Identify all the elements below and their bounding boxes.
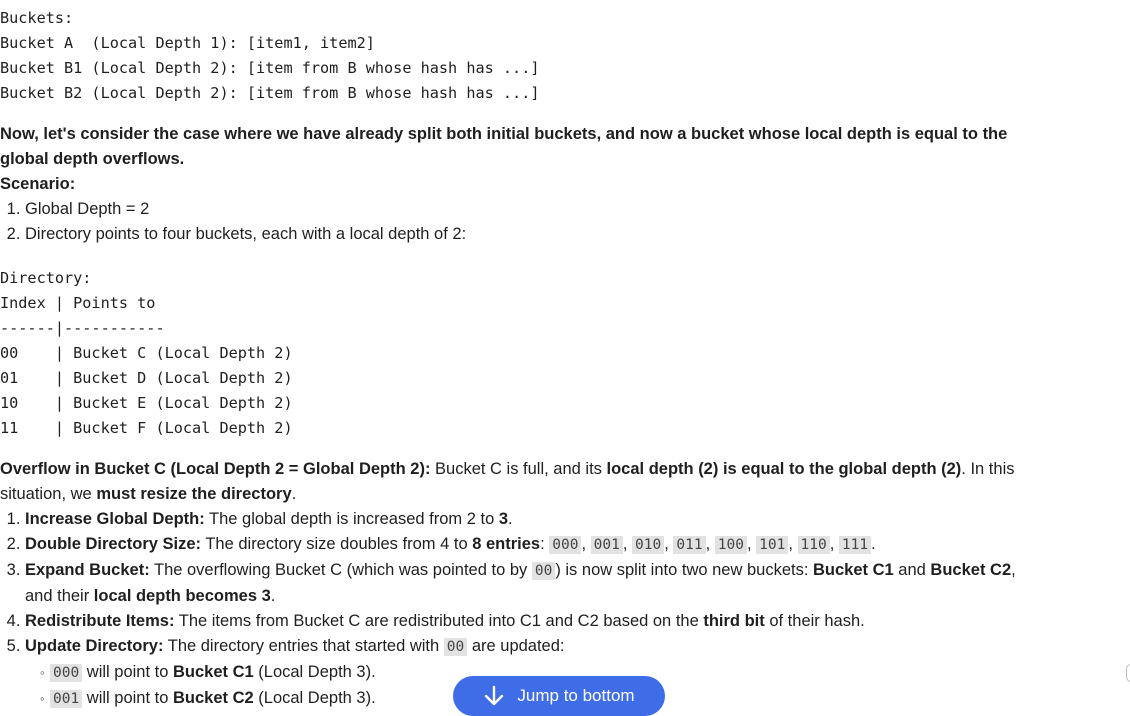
step-text: The directory size doubles from 4 to [201,535,473,553]
intro-paragraph: Now, let's consider the case where we ha… [0,122,1035,172]
sub-text: will point to [82,689,173,707]
step-text: are updated: [467,637,565,655]
step-text: : [540,535,550,553]
overflow-text: Bucket C is full, and its [430,460,607,478]
buckets-code-block: Buckets: Bucket A (Local Depth 1): [item1… [0,6,539,106]
code-line: Bucket B1 (Local Depth 2): [item from B … [0,59,540,77]
code-line: 11 | Bucket F (Local Depth 2) [0,419,293,437]
code-line: Buckets: [0,9,74,27]
step-title: Redistribute Items: [25,612,175,630]
step-bold: 8 entries [472,535,541,553]
code-line: 10 | Bucket E (Local Depth 2) [0,394,293,412]
step-title: Double Directory Size: [25,535,202,553]
step-text: . [270,587,276,605]
inline-code: 001 [590,536,623,554]
code-line: Directory: [0,269,92,287]
step-text: and [893,561,931,579]
code-line: ------|----------- [0,319,165,337]
step-text: The directory entries that started with [163,637,444,655]
directory-code-block: Directory: Index | Points to ------|------… [0,266,293,441]
scenario-item: Global Depth = 2 [25,197,1035,222]
inline-code: 001 [50,690,83,708]
inline-code: 000 [50,664,83,682]
inline-code: 00 [531,562,556,580]
step-item: Increase Global Depth: The global depth … [25,507,1035,532]
code-line: Index | Points to [0,294,156,312]
step-text: The overflowing Bucket C (which was poin… [149,561,532,579]
arrow-down-icon [483,685,505,707]
inline-code: 00 [443,638,468,656]
overflow-bold: must resize the directory [96,485,292,503]
sub-text: (Local Depth 3). [253,689,376,707]
step-title: Update Directory: [25,637,164,655]
inline-code: 010 [632,536,665,554]
step-text: of their hash. [764,612,865,630]
jump-to-bottom-label: Jump to bottom [517,686,635,705]
step-text: . [508,510,513,528]
step-text: The items from Bucket C are redistribute… [174,612,704,630]
scenario-item: Directory points to four buckets, each w… [25,222,1035,247]
step-title: Increase Global Depth: [25,510,205,528]
step-bold: 3 [498,510,509,528]
scenario-item-text: Global Depth = 2 [25,200,150,218]
step-bold: local depth becomes 3 [93,587,271,605]
inline-code: 111 [838,536,872,554]
inline-code: 011 [673,536,706,554]
inline-code: 100 [714,536,747,554]
code-line: Bucket A (Local Depth 1): [item1, item2] [0,34,375,52]
sub-bold: Bucket C1 [173,663,254,681]
code-line: Bucket B2 (Local Depth 2): [item from B … [0,84,540,102]
sub-text: (Local Depth 3). [253,663,376,681]
scenario-list: Global Depth = 2 Directory points to fou… [0,197,1035,247]
step-item: Redistribute Items: The items from Bucke… [25,609,1035,634]
overflow-title: Overflow in Bucket C (Local Depth 2 = Gl… [0,460,431,478]
sub-text: will point to [82,663,173,681]
inline-code: 110 [797,536,830,554]
overflow-paragraph: Overflow in Bucket C (Local Depth 2 = Gl… [0,457,1035,507]
code-line: 00 | Bucket C (Local Depth 2) [0,344,293,362]
step-bold: Bucket C1 [813,561,894,579]
scenario-heading: Scenario: [0,172,1035,197]
step-item: Expand Bucket: The overflowing Bucket C … [25,558,1035,609]
overflow-bold: local depth (2) is equal to the global d… [606,460,962,478]
intro-text: Now, let's consider the case where we ha… [0,125,1008,168]
code-line: 01 | Bucket D (Local Depth 2) [0,369,293,387]
scenario-heading-text: Scenario: [0,175,76,193]
step-title: Expand Bucket: [25,561,150,579]
scenario-item-text: Directory points to four buckets, each w… [25,225,467,243]
step-text: The global depth is increased from 2 to [204,510,499,528]
step-bold: third bit [703,612,765,630]
inline-code: 000 [549,536,582,554]
inline-code: 101 [756,536,789,554]
sub-bold: Bucket C2 [173,689,254,707]
scroll-handle[interactable] [1126,664,1130,682]
jump-to-bottom-button[interactable]: Jump to bottom [453,676,665,716]
overflow-text: . [291,485,297,503]
step-bold: Bucket C2 [930,561,1012,579]
step-item: Double Directory Size: The directory siz… [25,532,1035,558]
step-text: ) is now split into two new buckets: [555,561,814,579]
